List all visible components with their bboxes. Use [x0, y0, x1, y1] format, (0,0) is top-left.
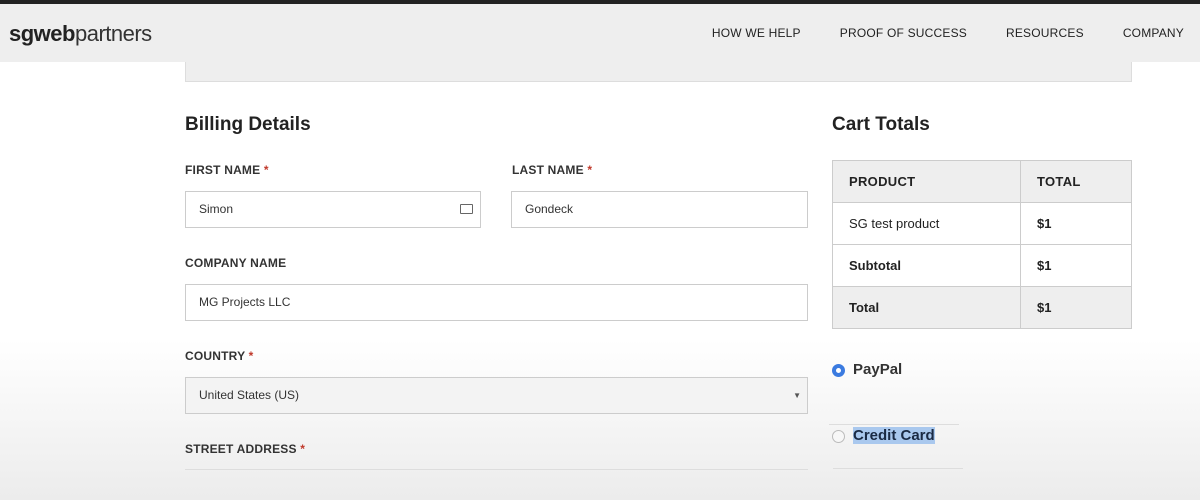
divider — [833, 468, 963, 469]
paypal-label[interactable]: PayPal — [853, 361, 902, 378]
divider — [829, 424, 959, 425]
nav-how-we-help[interactable]: HOW WE HELP — [712, 26, 801, 40]
street-label: STREET ADDRESS * — [185, 442, 306, 456]
table-row: Subtotal $1 — [832, 244, 1132, 287]
site-header: sgwebpartners HOW WE HELP PROOF OF SUCCE… — [0, 4, 1200, 62]
table-row: SG test product $1 — [832, 202, 1132, 245]
first-name-input[interactable]: Simon — [185, 191, 481, 228]
header-product: PRODUCT — [832, 160, 1021, 203]
logo-rest: partners — [74, 21, 152, 46]
nav-proof-of-success[interactable]: PROOF OF SUCCESS — [840, 26, 967, 40]
last-name-label: LAST NAME * — [512, 163, 593, 177]
street-input-top[interactable] — [185, 469, 808, 470]
notice-box — [185, 62, 1132, 82]
credit-card-radio[interactable] — [832, 430, 845, 443]
cart-table: PRODUCT TOTAL SG test product $1 Subtotal $… — [832, 160, 1132, 329]
logo-bold: sgweb — [9, 21, 75, 46]
header-total: TOTAL — [1020, 160, 1132, 203]
nav-resources[interactable]: RESOURCES — [1006, 26, 1084, 40]
company-label: COMPANY NAME — [185, 256, 287, 270]
nav-company[interactable]: COMPANY — [1123, 26, 1184, 40]
country-label: COUNTRY * — [185, 349, 254, 363]
company-input[interactable]: MG Projects LLC — [185, 284, 808, 321]
logo[interactable]: sgwebpartners — [9, 21, 152, 47]
contact-card-icon[interactable] — [460, 204, 473, 214]
first-name-label: FIRST NAME * — [185, 163, 269, 177]
country-select[interactable]: United States (US) ▼ — [185, 377, 808, 414]
paypal-radio[interactable] — [832, 364, 845, 377]
last-name-input[interactable]: Gondeck — [511, 191, 808, 228]
main-nav: HOW WE HELP PROOF OF SUCCESS RESOURCES C… — [712, 26, 1184, 40]
billing-title: Billing Details — [185, 114, 311, 135]
chevron-down-icon: ▼ — [793, 391, 801, 400]
cart-title: Cart Totals — [832, 114, 930, 135]
table-row: Total $1 — [832, 286, 1132, 329]
credit-card-label[interactable]: Credit Card — [853, 427, 935, 444]
